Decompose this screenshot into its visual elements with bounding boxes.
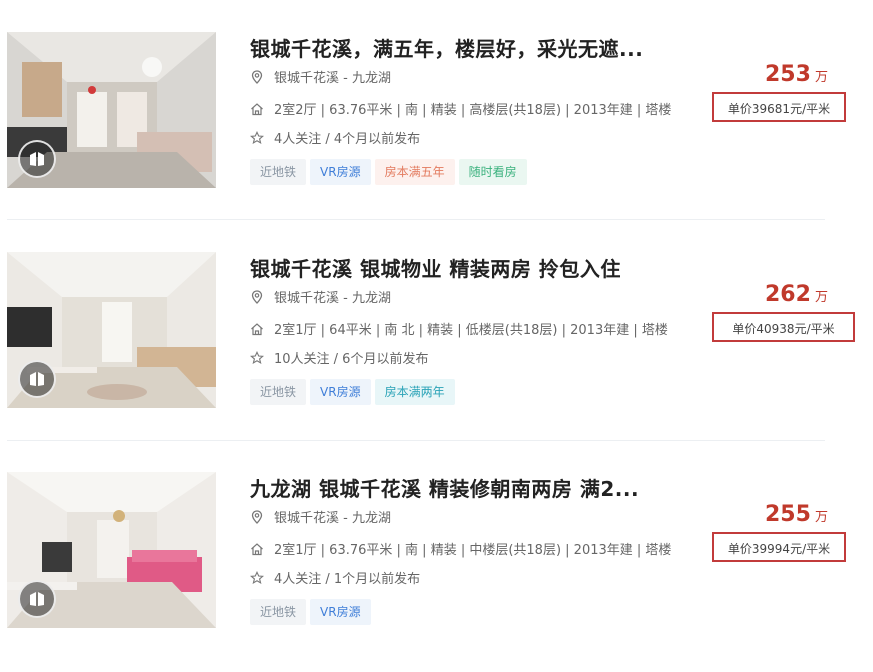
details-text: 2室1厅 | 64平米 | 南 北 | 精装 | 低楼层(共18层) | 201… bbox=[274, 323, 668, 338]
listing-followers: 4人关注 / 1个月以前发布 bbox=[250, 568, 420, 587]
price-unit: 万 bbox=[814, 510, 828, 525]
listing-followers: 10人关注 / 6个月以前发布 bbox=[250, 348, 428, 367]
tag-vr: VR房源 bbox=[310, 599, 371, 625]
listing-location[interactable]: 银城千花溪 - 九龙湖 bbox=[250, 67, 391, 86]
followers-text: 4人关注 / 1个月以前发布 bbox=[274, 572, 421, 587]
star-icon bbox=[250, 571, 264, 585]
tag-anytime-viewing: 随时看房 bbox=[458, 159, 527, 185]
tag-list: 近地铁 VR房源 bbox=[250, 599, 375, 625]
location-text: 银城千花溪 - 九龙湖 bbox=[274, 511, 391, 526]
listing-item[interactable]: 银城千花溪 银城物业 精装两房 拎包入住 银城千花溪 - 九龙湖 2室1厅 | … bbox=[0, 252, 873, 452]
tag-two-years: 房本满两年 bbox=[374, 379, 455, 405]
price-value: 262 bbox=[765, 282, 811, 307]
tag-vr: VR房源 bbox=[310, 379, 371, 405]
followers-text: 10人关注 / 6个月以前发布 bbox=[274, 352, 429, 367]
vr-tour-icon[interactable] bbox=[18, 360, 56, 398]
star-icon bbox=[250, 351, 264, 365]
listing-location[interactable]: 银城千花溪 - 九龙湖 bbox=[250, 507, 391, 526]
listing-details: 2室1厅 | 64平米 | 南 北 | 精装 | 低楼层(共18层) | 201… bbox=[250, 319, 668, 338]
house-icon bbox=[251, 103, 263, 116]
listing-photo[interactable] bbox=[7, 472, 216, 628]
price-unit: 万 bbox=[814, 290, 828, 305]
tag-near-subway: 近地铁 bbox=[250, 599, 307, 625]
house-icon bbox=[251, 323, 263, 336]
followers-text: 4人关注 / 4个月以前发布 bbox=[274, 132, 421, 147]
listing-item[interactable]: 九龙湖 银城千花溪 精装修朝南两房 满2... 银城千花溪 - 九龙湖 2室1厅… bbox=[0, 472, 873, 672]
location-pin-icon bbox=[251, 510, 263, 524]
details-text: 2室2厅 | 63.76平米 | 南 | 精装 | 高楼层(共18层) | 20… bbox=[274, 103, 672, 118]
unit-price: 单价39681元/平米 bbox=[712, 92, 846, 122]
tag-near-subway: 近地铁 bbox=[250, 379, 307, 405]
unit-price: 单价40938元/平米 bbox=[712, 312, 855, 342]
divider bbox=[7, 219, 825, 220]
location-pin-icon bbox=[251, 290, 263, 304]
price-value: 253 bbox=[765, 62, 811, 87]
location-text: 银城千花溪 - 九龙湖 bbox=[274, 291, 391, 306]
tag-vr: VR房源 bbox=[310, 159, 371, 185]
listing-details: 2室1厅 | 63.76平米 | 南 | 精装 | 中楼层(共18层) | 20… bbox=[250, 539, 671, 558]
details-text: 2室1厅 | 63.76平米 | 南 | 精装 | 中楼层(共18层) | 20… bbox=[274, 543, 672, 558]
price-value: 255 bbox=[765, 502, 811, 527]
location-text: 银城千花溪 - 九龙湖 bbox=[274, 71, 391, 86]
listing-followers: 4人关注 / 4个月以前发布 bbox=[250, 128, 420, 147]
tag-list: 近地铁 VR房源 房本满五年 随时看房 bbox=[250, 159, 531, 185]
divider bbox=[7, 440, 825, 441]
listing-location[interactable]: 银城千花溪 - 九龙湖 bbox=[250, 287, 391, 306]
location-pin-icon bbox=[251, 70, 263, 84]
star-icon bbox=[250, 131, 264, 145]
listing-photo[interactable] bbox=[7, 252, 216, 408]
vr-tour-icon[interactable] bbox=[18, 580, 56, 618]
total-price: 255 万 bbox=[765, 502, 828, 527]
listing-title[interactable]: 九龙湖 银城千花溪 精装修朝南两房 满2... bbox=[250, 473, 670, 502]
listing-title[interactable]: 银城千花溪，满五年，楼层好，采光无遮... bbox=[250, 33, 670, 62]
listing-item[interactable]: 银城千花溪，满五年，楼层好，采光无遮... 银城千花溪 - 九龙湖 2室2厅 |… bbox=[0, 32, 873, 232]
vr-tour-icon[interactable] bbox=[18, 140, 56, 178]
listing-photo[interactable] bbox=[7, 32, 216, 188]
total-price: 262 万 bbox=[765, 282, 828, 307]
tag-five-years: 房本满五年 bbox=[374, 159, 455, 185]
tag-near-subway: 近地铁 bbox=[250, 159, 307, 185]
price-unit: 万 bbox=[814, 70, 828, 85]
house-icon bbox=[251, 543, 263, 556]
listing-title[interactable]: 银城千花溪 银城物业 精装两房 拎包入住 bbox=[250, 253, 670, 282]
listing-details: 2室2厅 | 63.76平米 | 南 | 精装 | 高楼层(共18层) | 20… bbox=[250, 99, 671, 118]
total-price: 253 万 bbox=[765, 62, 828, 87]
tag-list: 近地铁 VR房源 房本满两年 bbox=[250, 379, 459, 405]
unit-price: 单价39994元/平米 bbox=[712, 532, 846, 562]
